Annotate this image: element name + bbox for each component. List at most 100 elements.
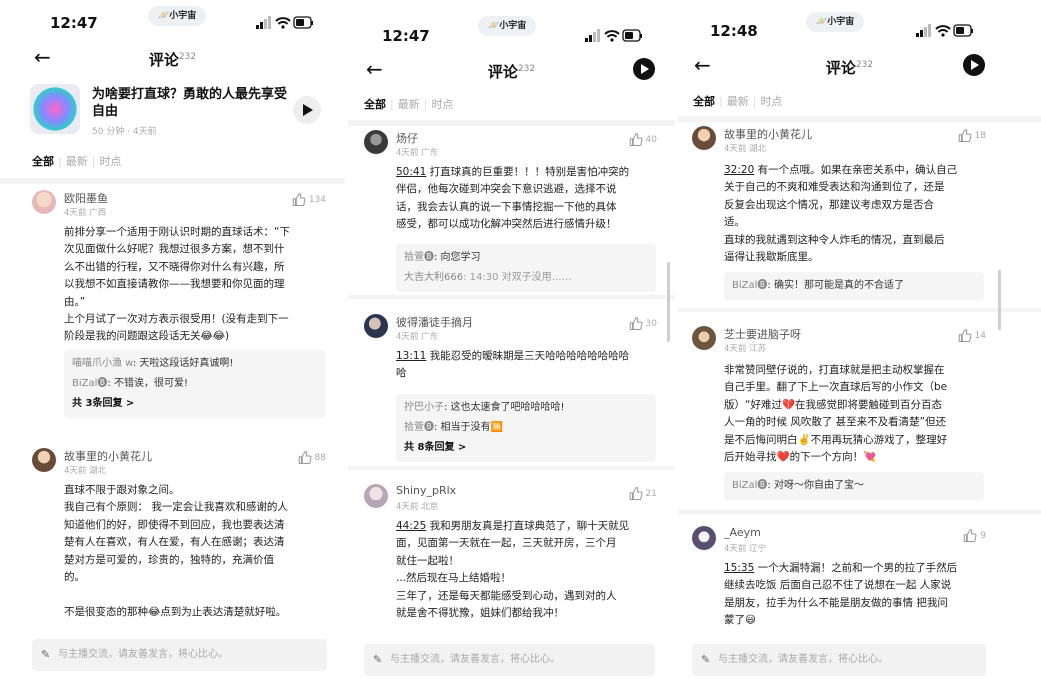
thumb-up-icon (628, 132, 643, 147)
divider (348, 466, 675, 470)
comment-body: 15:35 一个大漏特漏！之前和一个男的拉了手然后 继续去吃饭 后面自己忍不住了… (724, 560, 986, 630)
comment-author[interactable]: 芝士要进脑子呀 (724, 326, 801, 342)
status-time: 12:47 (382, 27, 430, 45)
tab-bar: 全部 | 最新 | 时点 (32, 153, 122, 169)
avatar[interactable] (692, 126, 716, 150)
thumb-up-icon (628, 316, 643, 331)
view-replies-link[interactable]: 共 3条回复 > (72, 394, 318, 414)
like-button[interactable]: 9 (962, 528, 986, 543)
comment-input-placeholder: 与主播交流，请友善发言，将心比心。 (58, 649, 228, 660)
comment-line: 蒙了😃 (724, 614, 756, 627)
comment-author[interactable]: 彼得潘徒手摘月 (396, 314, 473, 330)
avatar[interactable] (364, 130, 388, 154)
reply-box[interactable]: 拧巴小子: 这也太速食了吧哈哈哈哈! 拾萱🅑: 相当于没有🈚 共 8条回复 > (396, 394, 656, 462)
tab-all[interactable]: 全部 (32, 153, 54, 169)
avatar[interactable] (692, 526, 716, 550)
comment-author[interactable]: 故事里的小黄花儿 (724, 126, 812, 142)
comment-input[interactable]: ✎ 与主播交流，请友善发言，将心比心。 (692, 644, 986, 676)
timestamp-link[interactable]: 50:41 (396, 166, 426, 178)
comment-body: 44:25 我和男朋友真是打直球典范了，聊十天就见 面，见面第一天就在一起，三天… (396, 518, 658, 622)
comment-meta: 4天前 广东 (396, 148, 439, 158)
comment-input[interactable]: ✎ 与主播交流，请友善发言，将心比心。 (364, 644, 655, 676)
avatar[interactable] (692, 326, 716, 350)
like-button[interactable]: 40 (628, 132, 657, 147)
comment-author[interactable]: _Aeym (724, 526, 761, 539)
comment-input[interactable]: ✎ 与主播交流，请友善发言，将心比心。 (32, 639, 327, 671)
comment-line: 伴侣，他每次碰到冲突会下意识逃避，选择不说 (396, 183, 617, 196)
comment-count: 232 (178, 52, 197, 62)
comment-line: 阶段是我的问题跟这段话无关😂😂) (64, 330, 230, 343)
like-button[interactable]: 14 (957, 328, 986, 343)
comment-line: 楚有人在喜欢，有人在爱，有人在感谢；表达清 (64, 536, 285, 549)
comment-line: 后开始寻找❤️的下一个方向！💘 (724, 451, 877, 464)
comment-line: 直球的我就遇到这种令人炸毛的情况，直到最后 (724, 233, 945, 246)
comment-body: 50:41 打直球真的巨重要！！！特别是害怕冲突的 伴侣，他每次碰到冲突会下意识… (396, 164, 658, 234)
scrollbar[interactable] (667, 262, 670, 342)
comment-line: 不是很变态的那种😂点到为止表达清楚就好啦。 (64, 605, 287, 618)
tab-all[interactable]: 全部 (693, 93, 715, 109)
comment-line: 32:20 有一个点哦。如果在亲密关系中，确认自己 (724, 164, 958, 176)
reply-box[interactable]: 喵喵爪小渔 w: 天啦这段话好真诚啊! BiZal🅑: 不错诶，很可爱! 共 3… (64, 350, 326, 418)
like-button[interactable]: 21 (628, 486, 657, 501)
play-icon[interactable] (963, 54, 985, 76)
app-pill: 🪐小宇宙 (478, 16, 537, 36)
scrollbar[interactable] (998, 270, 1001, 330)
comment-line: 继续去吃饭 后面自己忍不住了说想在一起 人家说 (724, 579, 952, 592)
like-count: 9 (980, 531, 986, 541)
avatar[interactable] (32, 448, 56, 472)
like-button[interactable]: 30 (628, 316, 657, 331)
timestamp-link[interactable]: 15:35 (724, 562, 754, 574)
comment-line: 人一角的时候 风吹散了 甚至来不及看清楚”但还 (724, 416, 947, 429)
episode-meta: 50 分钟 · 4天前 (92, 127, 157, 137)
reply-box[interactable]: 拾萱🅑: 向您学习 大吉大利666: 14:30 对双子没用…… (396, 244, 656, 292)
comment-author[interactable]: Shiny_pRlx (396, 484, 456, 497)
comment-item: 故事里的小黄花儿 4天前 湖北 88 直球不限于跟对象之间。 我自己有个原则： … (32, 448, 332, 628)
play-icon[interactable] (633, 58, 655, 80)
timestamp-link[interactable]: 13:11 (396, 350, 426, 362)
page-title: 评论232 (148, 51, 197, 69)
episode-card[interactable]: 为啥要打直球？勇敢的人最先享受自由 50 分钟 · 4天前 (30, 84, 331, 144)
comment-body: 32:20 有一个点哦。如果在亲密关系中，确认自己 关于自己的不爽和难受表达和沟… (724, 162, 986, 266)
tab-all[interactable]: 全部 (364, 96, 386, 112)
comment-author[interactable]: 炀仔 (396, 130, 418, 146)
avatar[interactable] (364, 484, 388, 508)
reply-item: 拧巴小子: 这也太速食了吧哈哈哈哈! (404, 402, 565, 413)
like-button[interactable]: 134 (291, 192, 326, 207)
comment-count: 232 (855, 60, 874, 70)
thumb-up-icon (291, 192, 306, 207)
tab-bar: 全部 | 最新 | 时点 (693, 93, 783, 109)
reply-box[interactable]: BiZal🅑: 确实！那可能是真的不合适了 (724, 272, 984, 300)
comment-line: 反复会出现这个情况，那建议考虑双方是否合 (724, 198, 934, 211)
comment-line: 44:25 我和男朋友真是打直球典范了，聊十天就见 (396, 520, 630, 532)
comment-author[interactable]: 欧阳墨鱼 (64, 190, 108, 206)
avatar[interactable] (364, 314, 388, 338)
comment-author[interactable]: 故事里的小黄花儿 (64, 448, 152, 464)
tab-latest[interactable]: 最新 (66, 153, 88, 169)
tab-latest[interactable]: 最新 (398, 96, 420, 112)
comment-line: 哈 (396, 367, 407, 380)
like-button[interactable]: 18 (957, 128, 986, 143)
timestamp-link[interactable]: 32:20 (724, 164, 754, 176)
comment-line: 上个月试了一次对方表示很受用！(没有走到下一 (64, 313, 289, 326)
reply-box[interactable]: BiZal🅑: 对呀～你自由了宝～ (724, 472, 984, 500)
tab-timestamp[interactable]: 时点 (760, 93, 782, 109)
like-button[interactable]: 88 (297, 450, 326, 465)
timestamp-link[interactable]: 44:25 (396, 520, 426, 532)
play-icon[interactable] (293, 96, 321, 124)
reply-item: 大吉大利666: 14:30 对双子没用…… (404, 272, 572, 283)
comment-line: 就住一起啦！ (396, 554, 459, 567)
avatar[interactable] (32, 190, 56, 214)
tab-timestamp[interactable]: 时点 (99, 153, 121, 169)
comment-meta: 4天前 湖北 (724, 144, 767, 154)
tab-timestamp[interactable]: 时点 (431, 96, 453, 112)
view-replies-link[interactable]: 共 8条回复 > (404, 438, 648, 458)
comment-line: 是不后悔问明白✌️不用再玩猜心游戏了，整理好 (724, 433, 948, 446)
comment-item: _Aeym 4天前 辽宁 9 15:35 一个大漏特漏！之前和一个男的拉了手然后… (692, 526, 988, 630)
tab-latest[interactable]: 最新 (727, 93, 749, 109)
app-pill: 🪐小宇宙 (806, 12, 865, 32)
comment-meta: 4天前 广东 (396, 332, 439, 342)
status-time: 12:47 (50, 14, 98, 32)
reply-item: BiZal🅑: 对呀～你自由了宝～ (732, 480, 864, 491)
reply-item: 喵喵爪小渔 w: 天啦这段话好真诚啊! (72, 358, 234, 369)
pencil-icon: ✎ (373, 653, 383, 666)
